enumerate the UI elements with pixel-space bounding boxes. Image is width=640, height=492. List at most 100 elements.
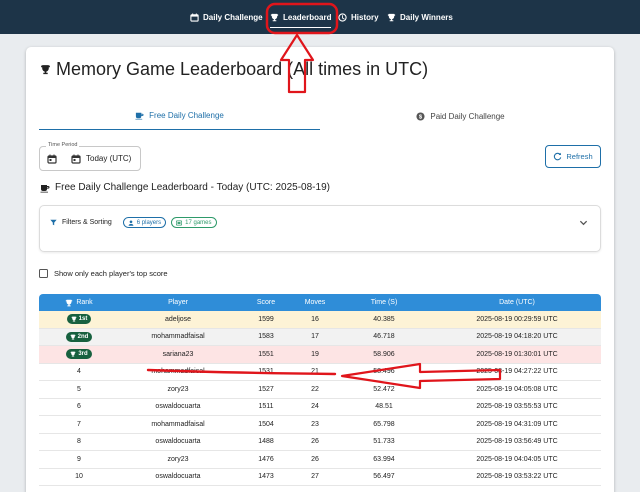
top-navigation: Daily Challenge Leaderboard History Dail… [0,0,640,34]
date-cell: 2025-08-19 04:04:05 UTC [476,455,558,463]
header-time[interactable]: Time (S) [335,299,433,306]
time-cell: 52.472 [373,385,395,393]
time-cell: 51.733 [373,438,395,446]
top-score-only-option[interactable]: Show only each player's top score [39,269,168,278]
nav-leaderboard[interactable]: Leaderboard [270,0,332,34]
paid-icon: $ [416,111,425,120]
trophy-icon [270,13,279,21]
rank-cell: 9 [77,455,81,463]
games-chip-label: 17 games [185,219,212,226]
tab-paid-daily-challenge[interactable]: $ Paid Daily Challenge [320,102,601,130]
rank-cell: 10 [75,473,83,481]
date-cell: 2025-08-19 03:56:49 UTC [476,438,558,446]
player-cell: zory23 [167,455,189,463]
header-rank[interactable]: Rank [39,299,119,307]
table-row: 2nd mohammadfaisal 1583 17 46.718 2025-0… [39,328,601,346]
calendar-icon [190,12,199,22]
calendar-icon [71,154,81,164]
score-cell: 1473 [258,473,274,481]
leaderboard-title: Free Daily Challenge Leaderboard - Today… [40,182,330,193]
table-row: 8 oswaldocuarta 1488 26 51.733 2025-08-1… [39,433,601,451]
header-score[interactable]: Score [237,299,295,306]
filter-icon [50,219,57,226]
player-cell: oswaldocuarta [155,403,201,411]
score-cell: 1488 [258,438,274,446]
page-title: Memory Game Leaderboard (All times in UT… [40,59,428,80]
trophy-icon [66,299,73,306]
tab-free-daily-challenge[interactable]: Free Daily Challenge [39,102,320,130]
header-rank-label: Rank [76,299,93,306]
trophy-icon [41,65,50,75]
time-cell: 48.51 [375,403,393,411]
time-period-value: Today (UTC) [86,154,132,163]
table-row: 5 zory23 1527 22 52.472 2025-08-19 04:05… [39,381,601,399]
rank-cell: 3rd [39,349,119,360]
score-cell: 1583 [258,333,274,341]
moves-cell: 19 [311,350,319,358]
date-cell: 2025-08-19 04:05:08 UTC [476,385,558,393]
games-chip: 17 games [171,217,217,228]
filters-panel[interactable]: Filters & Sorting 6 players 17 games [39,205,601,252]
moves-cell: 21 [311,368,319,376]
trophy-icon [70,334,76,340]
nav-daily-winners[interactable]: Daily Winners [387,0,453,34]
date-cell: 2025-08-19 00:29:59 UTC [476,315,558,323]
score-cell: 1531 [258,368,274,376]
top-score-only-checkbox[interactable] [39,269,48,278]
player-cell: oswaldocuarta [155,438,201,446]
moves-cell: 26 [311,455,319,463]
nav-daily-winners-label: Daily Winners [400,12,453,22]
moves-cell: 24 [311,403,319,411]
player-cell: oswaldocuarta [155,473,201,481]
rank-cell: 6 [77,403,81,411]
date-cell: 2025-08-19 04:18:20 UTC [476,333,558,341]
filters-label: Filters & Sorting [62,219,112,226]
refresh-button[interactable]: Refresh [545,145,601,168]
time-period-label: Time Period [46,142,80,148]
leaderboard-table: Rank Player Score Moves Time (S) Date (U… [39,294,601,486]
time-cell: 46.718 [373,333,395,341]
players-chip-label: 6 players [136,219,162,226]
player-cell: adeljose [164,315,192,323]
moves-cell: 22 [311,385,319,393]
rank-label: 2nd [77,333,89,340]
player-cell: zory23 [167,385,189,393]
leaderboard-card: Memory Game Leaderboard (All times in UT… [26,47,614,492]
player-cell: sariana23 [162,350,194,358]
history-icon [338,12,347,22]
trophy-icon [71,316,77,322]
header-moves[interactable]: Moves [295,299,335,306]
tab-paid-label: Paid Daily Challenge [430,111,505,121]
header-player[interactable]: Player [119,299,237,306]
time-period-select[interactable]: Time Period Today (UTC) [39,142,141,171]
moves-cell: 17 [311,333,319,341]
calendar-icon [47,154,57,164]
tab-free-label: Free Daily Challenge [149,111,224,120]
top-score-only-label: Show only each player's top score [54,269,168,278]
rank-badge: 1st [66,314,92,325]
table-row: 4 mohammadfaisal 1531 21 58.496 2025-08-… [39,363,601,381]
moves-cell: 23 [311,420,319,428]
date-cell: 2025-08-19 03:55:53 UTC [476,403,558,411]
time-cell: 40.385 [373,315,395,323]
rank-label: 3rd [78,351,88,358]
score-cell: 1504 [258,420,274,428]
rank-cell: 1st [39,314,119,325]
player-cell: mohammadfaisal [151,420,205,428]
nav-history[interactable]: History [338,0,379,34]
nav-daily-challenge[interactable]: Daily Challenge [190,0,263,34]
time-cell: 58.496 [373,368,395,376]
table-row: 9 zory23 1476 26 63.994 2025-08-19 04:04… [39,451,601,469]
rank-badge: 3rd [66,349,92,360]
header-date[interactable]: Date (UTC) [433,299,601,306]
coffee-cup-icon [135,112,144,120]
score-cell: 1599 [258,315,274,323]
filters-header: Filters & Sorting 6 players 17 games [50,217,217,228]
trophy-icon [70,351,76,357]
moves-cell: 27 [311,473,319,481]
score-cell: 1527 [258,385,274,393]
table-row: 10 oswaldocuarta 1473 27 56.497 2025-08-… [39,468,601,486]
rank-badge: 2nd [65,331,93,342]
table-header: Rank Player Score Moves Time (S) Date (U… [39,294,601,311]
chevron-down-icon[interactable] [579,218,588,227]
